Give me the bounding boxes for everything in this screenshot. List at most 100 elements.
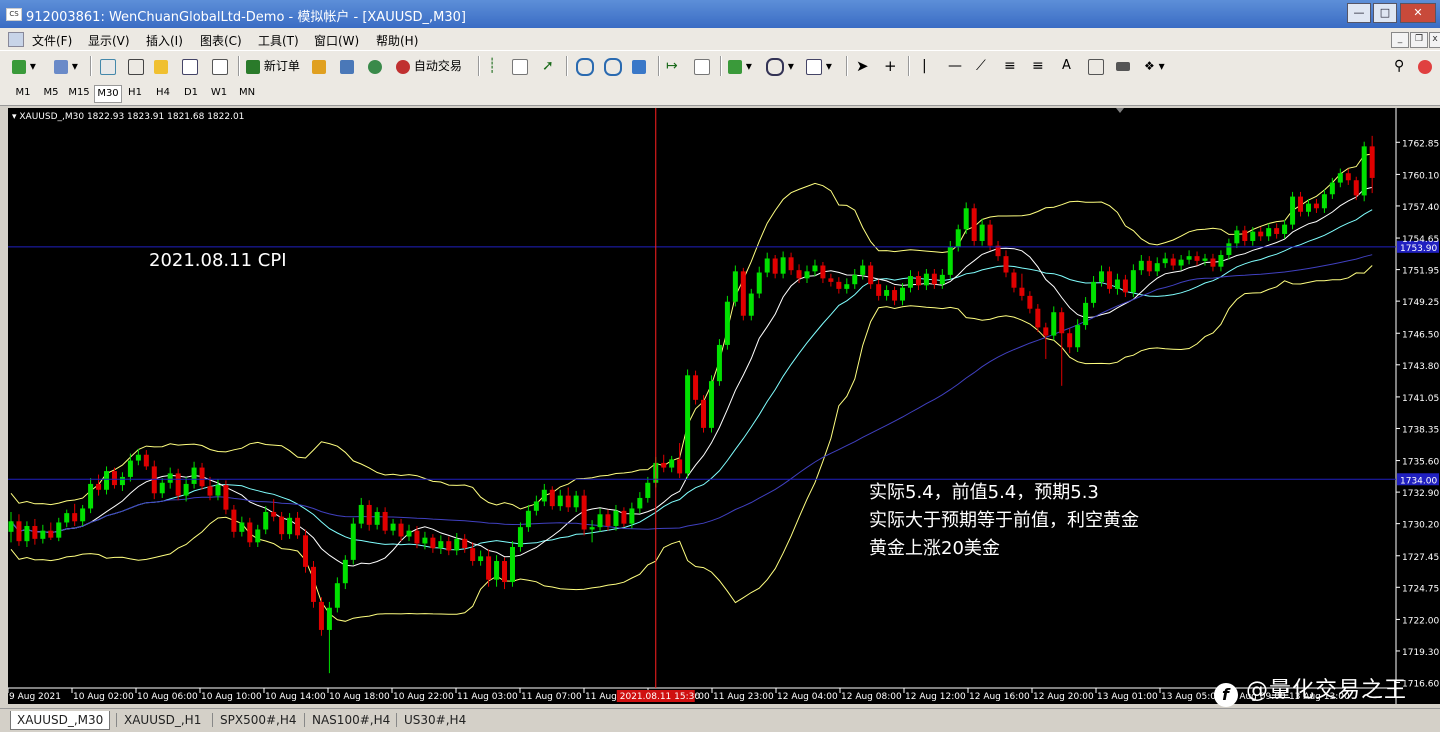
indicators-button[interactable]: ▾ [728,56,752,76]
crosshair-move-icon [128,58,144,75]
candle-body [645,482,651,498]
periods-button[interactable]: ▾ [766,56,794,76]
price-tick-label: 1730.20 [1402,521,1439,531]
annotation-title: 2021.08.11 CPI [149,250,287,271]
menu-file[interactable]: 文件(F) [32,32,72,49]
timeframe-m30[interactable]: M30 [94,85,122,103]
bar-chart-button[interactable]: ┊ [488,56,496,76]
metaeditor-button[interactable] [312,56,326,76]
trendline-button[interactable]: ⟋ [976,56,986,76]
timeframe-m5[interactable]: M5 [38,85,64,101]
candle-body [844,284,850,289]
line-chart-button[interactable]: ➚ [542,56,554,76]
auto-trading-button[interactable]: 自动交易 [396,56,462,76]
terminal-button[interactable] [182,56,198,76]
community-button[interactable] [340,56,354,76]
watermark-text: @量化交易之王 [1246,678,1408,703]
chart-tab[interactable]: NAS100#,H4 [306,711,396,729]
data-window-button[interactable] [128,56,144,76]
auto-scroll-button[interactable]: ↦ [666,56,678,76]
candle-body [295,517,301,536]
timeframe-m15[interactable]: M15 [66,85,92,101]
timeframe-w1[interactable]: W1 [206,85,232,101]
candle-body [549,489,555,507]
candle-body [486,556,492,580]
timeframe-d1[interactable]: D1 [178,85,204,101]
new-order-button[interactable]: 新订单 [246,56,300,76]
zoom-out-button[interactable] [604,56,622,76]
menu-tools[interactable]: 工具(T) [258,32,299,49]
text-button[interactable]: A [1062,56,1071,76]
mdi-close-button[interactable]: x [1429,32,1440,48]
notifications-button[interactable] [1418,56,1432,76]
mdi-restore-button[interactable]: ❐ [1410,32,1428,48]
timeframe-mn[interactable]: MN [234,85,260,101]
chart-shift-marker-icon[interactable] [1116,108,1124,113]
chart-area[interactable]: 1753.90 1734.00 1762.85 1760.10 1757.40 1754.… [7,108,1440,704]
new-chart-button[interactable]: ▾ [12,56,36,76]
candle-body [80,508,86,522]
candle-body [358,504,364,524]
timeframe-h4[interactable]: H4 [150,85,176,101]
cursor-icon: ➤ [856,57,869,75]
search-button[interactable]: ⚲ [1394,56,1404,76]
candle-body [1345,173,1351,181]
time-tick-label: 13 Aug 01:00 [1097,692,1158,702]
maximize-button[interactable]: □ [1373,3,1397,23]
zoom-in-button[interactable] [576,56,594,76]
rectangle-button[interactable] [1116,56,1130,76]
candle-body [716,344,722,382]
menu-bar: 文件(F) 显示(V) 插入(I) 图表(C) 工具(T) 窗口(W) 帮助(H… [0,28,1440,50]
timeframe-m1[interactable]: M1 [10,85,36,101]
market-watch-button[interactable] [100,56,116,76]
chart-window-icon[interactable] [8,32,24,47]
candle-body [342,559,348,584]
chart-tab[interactable]: SPX500#,H4 [214,711,303,729]
candle-body [1083,302,1089,326]
profiles-button[interactable]: ▾ [54,56,78,76]
candlestick-button[interactable] [512,56,528,76]
channel-button[interactable]: ≡ [1004,56,1016,76]
menu-charts[interactable]: 图表(C) [200,32,242,49]
menu-view[interactable]: 显示(V) [88,32,130,49]
candle-body [119,476,125,486]
chart-tab[interactable]: XAUUSD_,H1 [118,711,207,729]
annotation-line: 实际5.4，前值5.4，预期5.3 [869,482,1099,503]
vertical-line-button[interactable]: | [922,56,927,76]
candle-body [597,514,603,528]
menu-insert[interactable]: 插入(I) [146,32,183,49]
candle-body [1329,182,1335,195]
candle-body [1290,196,1296,225]
menu-window[interactable]: 窗口(W) [314,32,359,49]
price-tick-label: 1722.00 [1402,616,1439,626]
text-label-button[interactable] [1088,56,1104,76]
crosshair-button[interactable]: + [884,56,897,76]
candle-body [605,514,611,526]
horizontal-line-button[interactable]: — [948,56,962,76]
strategy-tester-button[interactable] [212,56,228,76]
mdi-minimize-button[interactable]: _ [1391,32,1409,48]
price-chart[interactable]: 1753.90 1734.00 1762.85 1760.10 1757.40 1754.… [7,108,1440,704]
candle-body [708,381,714,428]
menu-help[interactable]: 帮助(H) [376,32,418,49]
close-button[interactable]: ✕ [1400,3,1436,23]
signals-button[interactable] [368,56,382,76]
navigator-button[interactable] [154,56,168,76]
arrows-button[interactable]: ❖ ▾ [1144,56,1165,76]
text-label-icon [1088,58,1104,75]
chart-tab[interactable]: US30#,H4 [398,711,472,729]
cursor-button[interactable]: ➤ [856,56,869,76]
candle-body [836,281,842,289]
tile-windows-button[interactable] [632,56,646,76]
timeframe-h1[interactable]: H1 [122,85,148,101]
candle-body [1122,279,1128,293]
chart-tab[interactable]: XAUUSD_,M30 [10,711,111,730]
zoom-in-icon [576,57,594,76]
candle-body [565,495,571,508]
chart-shift-button[interactable] [694,56,710,76]
candle-body [1210,258,1216,267]
fibonacci-button[interactable]: ≡ [1032,56,1044,76]
minimize-button[interactable]: — [1347,3,1371,23]
candle-body [406,530,412,537]
templates-button[interactable]: ▾ [806,56,832,76]
